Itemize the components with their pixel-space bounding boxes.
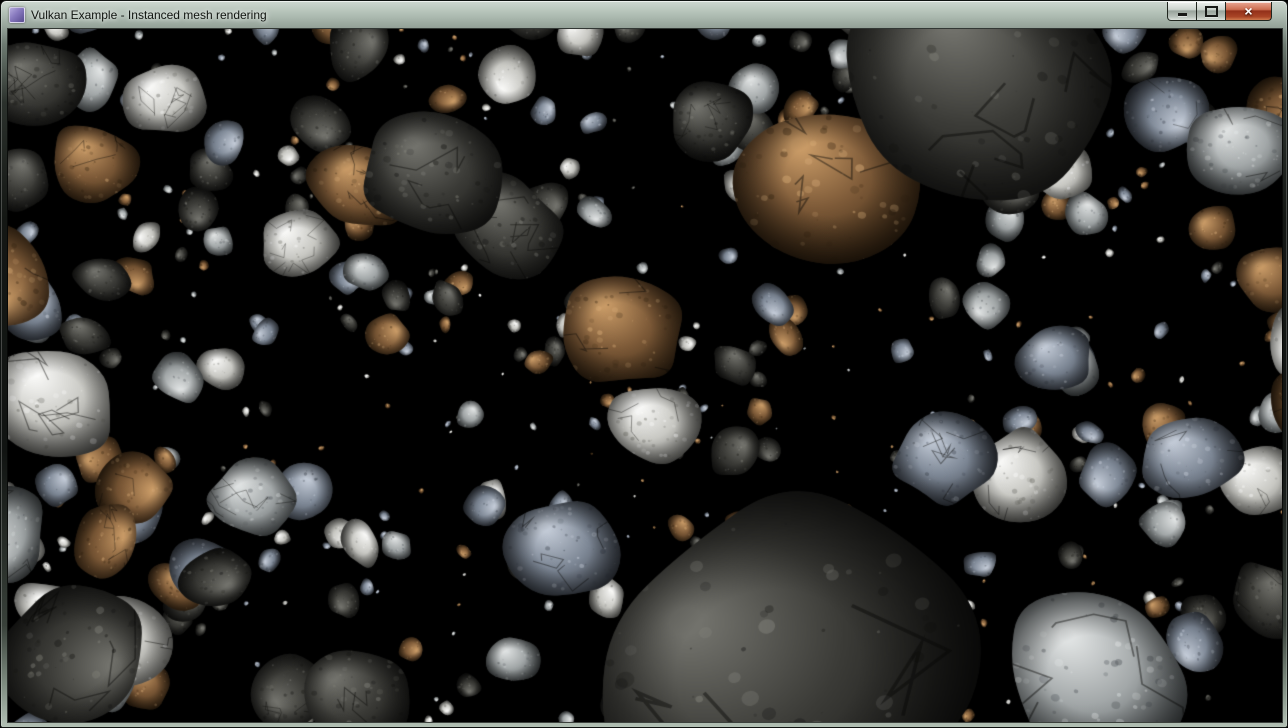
app-window: Vulkan Example - Instanced mesh renderin…: [0, 0, 1288, 728]
maximize-icon: [1205, 6, 1218, 17]
caption-buttons: ×: [1167, 2, 1272, 21]
maximize-button[interactable]: [1197, 2, 1225, 21]
render-viewport[interactable]: [8, 29, 1282, 722]
minimize-icon: [1178, 13, 1187, 16]
titlebar[interactable]: Vulkan Example - Instanced mesh renderin…: [1, 1, 1287, 29]
window-title: Vulkan Example - Instanced mesh renderin…: [31, 8, 267, 22]
close-icon: ×: [1244, 3, 1252, 20]
minimize-button[interactable]: [1167, 2, 1197, 21]
close-button[interactable]: ×: [1225, 2, 1272, 21]
app-icon: [9, 7, 25, 23]
